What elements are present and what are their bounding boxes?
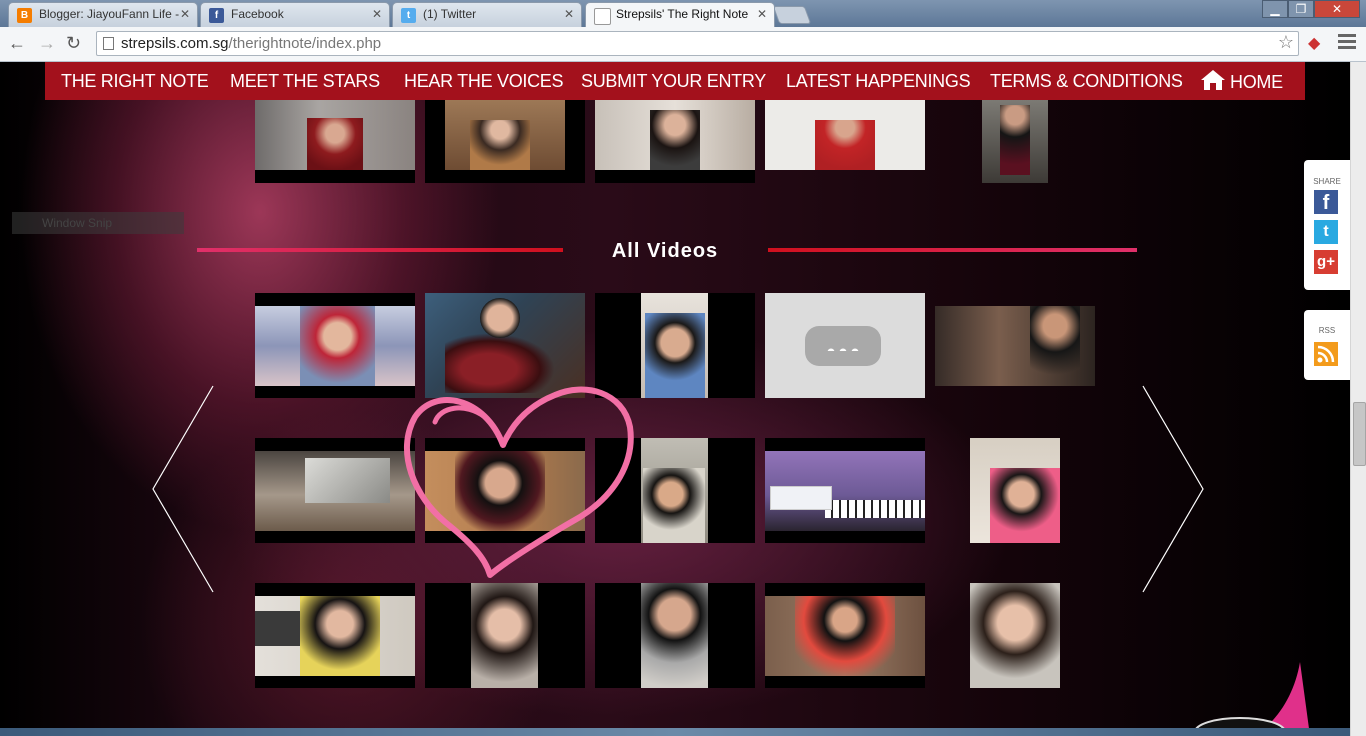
video-thumbnail[interactable] xyxy=(765,583,925,688)
forward-icon[interactable]: → xyxy=(38,33,56,54)
nav-home-label: HOME xyxy=(1230,72,1283,92)
tab-title: Blogger: JiayouFann Life - xyxy=(39,7,180,21)
close-icon[interactable]: ✕ xyxy=(564,3,574,26)
url-path: /therightnote/index.php xyxy=(228,35,382,52)
blogger-icon: B xyxy=(17,8,32,23)
browser-toolbar: ← → ↻ strepsils.com.sg/therightnote/inde… xyxy=(0,27,1366,62)
strepsils-logo xyxy=(770,486,832,510)
section-title: All Videos xyxy=(611,240,719,262)
vertical-scrollbar[interactable] xyxy=(1350,62,1366,736)
reload-icon[interactable]: ↻ xyxy=(66,33,81,54)
page-content: THE RIGHT NOTE MEET THE STARS HEAR THE V… xyxy=(0,62,1350,736)
facebook-icon[interactable]: f xyxy=(1314,190,1338,214)
divider-right xyxy=(768,248,1137,252)
window-snip-label: Window Snip xyxy=(42,216,113,230)
maximize-button[interactable]: ❐ xyxy=(1288,0,1314,18)
nav-terms-conditions[interactable]: TERMS & CONDITIONS xyxy=(990,71,1183,92)
close-icon[interactable]: ✕ xyxy=(180,3,190,26)
video-thumbnail[interactable] xyxy=(982,100,1048,183)
page-icon xyxy=(594,8,611,25)
windows-taskbar xyxy=(0,728,1350,736)
carousel-prev-arrow[interactable] xyxy=(150,384,216,594)
video-thumbnail[interactable] xyxy=(765,293,925,398)
twitter-icon: t xyxy=(401,8,416,23)
video-thumbnail[interactable] xyxy=(970,583,1060,688)
video-thumbnail[interactable] xyxy=(765,438,925,543)
share-label: SHARE xyxy=(1313,177,1341,186)
rss-icon[interactable] xyxy=(1314,342,1338,366)
address-bar[interactable]: strepsils.com.sg/therightnote/index.php … xyxy=(96,31,1299,56)
tab-strepsils[interactable]: Strepsils' The Right Note ✕ xyxy=(585,2,775,27)
video-thumbnail[interactable] xyxy=(425,583,585,688)
tab-title: Facebook xyxy=(231,7,284,21)
bookmark-star-icon[interactable]: ☆ xyxy=(1278,32,1294,53)
facebook-icon: f xyxy=(209,8,224,23)
close-icon[interactable]: ✕ xyxy=(372,3,382,26)
nav-hear-the-voices[interactable]: HEAR THE VOICES xyxy=(404,71,564,92)
video-thumbnail[interactable] xyxy=(970,438,1060,543)
window-snip-overlay: Window Snip xyxy=(12,212,184,234)
tab-blogger[interactable]: B Blogger: JiayouFann Life - ✕ xyxy=(8,2,198,27)
divider-left xyxy=(197,248,563,252)
browser-titlebar: B Blogger: JiayouFann Life - ✕ f Faceboo… xyxy=(0,0,1366,27)
nav-submit-your-entry[interactable]: SUBMIT YOUR ENTRY xyxy=(581,71,766,92)
google-plus-icon[interactable]: g+ xyxy=(1314,250,1338,274)
close-icon[interactable]: ✕ xyxy=(757,3,767,26)
decorative-logo-shape xyxy=(1194,662,1310,736)
video-thumbnail[interactable] xyxy=(425,100,585,183)
main-navbar: THE RIGHT NOTE MEET THE STARS HEAR THE V… xyxy=(45,62,1305,100)
carousel-next-arrow[interactable] xyxy=(1140,384,1206,594)
nav-latest-happenings[interactable]: LATEST HAPPENINGS xyxy=(786,71,971,92)
url-host: strepsils.com.sg xyxy=(121,35,229,52)
extension-icon[interactable]: ◆ xyxy=(1308,33,1320,53)
share-widget: SHARE f t g+ xyxy=(1304,160,1350,290)
minimize-button[interactable]: ▁ xyxy=(1262,0,1288,18)
nav-home[interactable]: HOME xyxy=(1200,69,1283,93)
tab-facebook[interactable]: f Facebook ✕ xyxy=(200,2,390,27)
back-icon[interactable]: ← xyxy=(8,33,26,54)
tab-twitter[interactable]: t (1) Twitter ✕ xyxy=(392,2,582,27)
video-thumbnail[interactable] xyxy=(255,583,415,688)
video-thumbnail[interactable] xyxy=(255,293,415,398)
tab-title: Strepsils' The Right Note xyxy=(616,7,749,21)
close-window-button[interactable]: ✕ xyxy=(1314,0,1360,18)
new-tab-button[interactable] xyxy=(772,6,812,24)
video-thumbnail[interactable] xyxy=(935,306,1095,386)
rss-widget: RSS xyxy=(1304,310,1350,380)
video-thumbnail[interactable] xyxy=(255,438,415,543)
ellipsis-icon xyxy=(825,343,861,351)
video-thumbnail[interactable] xyxy=(765,100,925,170)
menu-icon[interactable] xyxy=(1338,34,1356,52)
rss-label: RSS xyxy=(1318,326,1336,335)
video-thumbnail[interactable] xyxy=(255,100,415,183)
home-icon xyxy=(1201,70,1225,90)
page-icon xyxy=(103,37,114,50)
video-thumbnail[interactable] xyxy=(595,583,755,688)
url-text[interactable]: strepsils.com.sg/therightnote/index.php xyxy=(121,35,381,52)
nav-meet-the-stars[interactable]: MEET THE STARS xyxy=(230,71,380,92)
video-thumbnail[interactable] xyxy=(595,100,755,183)
nav-the-right-note[interactable]: THE RIGHT NOTE xyxy=(61,71,209,92)
heart-drawing xyxy=(404,386,634,578)
scrollbar-thumb[interactable] xyxy=(1353,402,1366,466)
tab-title: (1) Twitter xyxy=(423,7,477,21)
twitter-icon[interactable]: t xyxy=(1314,220,1338,244)
